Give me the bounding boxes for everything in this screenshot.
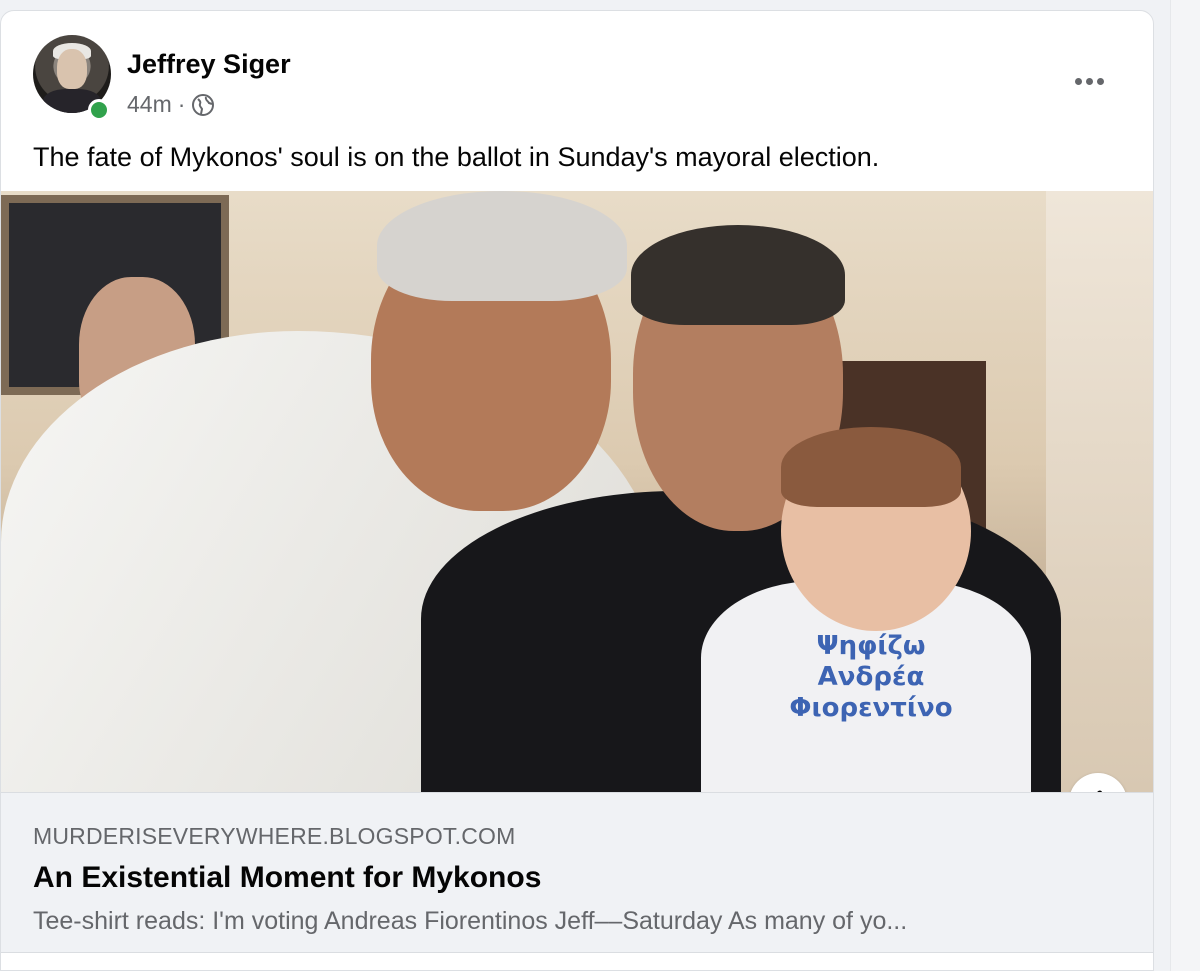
link-domain: MURDERISEVERYWHERE.BLOGSPOT.COM (33, 823, 516, 849)
dot (1085, 77, 1093, 85)
globe-icon[interactable] (191, 93, 215, 117)
tshirt-line: Φιορεντίνο (789, 693, 953, 724)
avatar-face (57, 49, 87, 89)
baby-hair (781, 427, 961, 507)
post-meta: 44m · (127, 91, 215, 118)
divider (1, 952, 1153, 953)
tshirt-text: Ψηφίζω Ανδρέα Φιορεντίνο (761, 631, 981, 725)
post-card: Jeffrey Siger 44m · The fate of Mykonos'… (0, 10, 1154, 971)
page-background-strip (1170, 0, 1200, 971)
post-timestamp[interactable]: 44m (127, 91, 172, 118)
post-text: The fate of Mykonos' soul is on the ball… (33, 142, 880, 172)
more-options-icon[interactable] (1069, 67, 1109, 95)
man-right-hair (631, 225, 845, 325)
link-title[interactable]: An Existential Moment for Mykonos (33, 861, 541, 895)
link-preview[interactable]: MURDERISEVERYWHERE.BLOGSPOT.COM An Exist… (1, 792, 1153, 952)
tshirt-line: Ανδρέα (817, 662, 925, 693)
online-status-icon (88, 99, 110, 121)
background-wall (1046, 191, 1153, 792)
dot (1074, 77, 1082, 85)
post-photo[interactable]: Ψηφίζω Ανδρέα Φιορεντίνο (1, 191, 1153, 792)
meta-separator: · (177, 91, 186, 117)
link-description: Tee-shirt reads: I'm voting Andreas Fior… (33, 907, 908, 935)
man-left-hair (377, 191, 627, 301)
dot (1096, 77, 1104, 85)
tshirt-line: Ψηφίζω (816, 631, 926, 661)
author-name[interactable]: Jeffrey Siger (127, 49, 291, 80)
